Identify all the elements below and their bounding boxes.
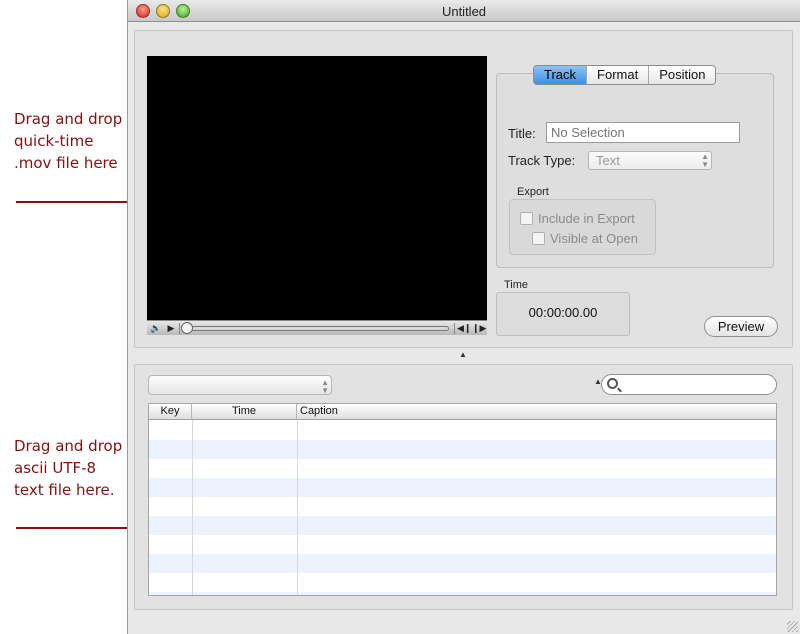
search-field[interactable]: [601, 374, 777, 395]
table-row[interactable]: [149, 535, 776, 554]
search-icon: [607, 378, 618, 389]
video-drop-area[interactable]: [147, 56, 487, 321]
movie-controller: 🔈 ▶ ◀❙ ❙▶: [147, 320, 487, 335]
title-field[interactable]: [546, 122, 740, 143]
table-row[interactable]: [149, 573, 776, 592]
column-header-time[interactable]: Time: [192, 404, 297, 420]
play-icon[interactable]: ▶: [165, 321, 177, 336]
inspector-tabs: Track Format Position: [533, 65, 717, 85]
column-header-key[interactable]: Key: [149, 404, 192, 420]
time-value: 00:00:00.00: [528, 305, 598, 320]
table-row[interactable]: [149, 497, 776, 516]
include-in-export-checkbox[interactable]: Include in Export: [520, 211, 635, 226]
scrub-knob[interactable]: [181, 322, 193, 334]
text-drop-hint: Drag and drop ascii UTF-8 text file here…: [14, 437, 123, 499]
step-forward-icon[interactable]: ❙▶: [472, 321, 486, 336]
scrub-bar[interactable]: [185, 326, 449, 331]
video-drop-hint: Drag and drop quick-time .mov file here: [14, 110, 123, 172]
table-row[interactable]: [149, 478, 776, 497]
track-popup[interactable]: ▲ ▼: [148, 375, 332, 395]
time-label: Time: [504, 279, 529, 291]
step-back-icon[interactable]: ◀❙: [457, 321, 471, 336]
checkbox-icon: [532, 232, 545, 245]
export-group-label: Export: [517, 186, 549, 198]
table-row[interactable]: [149, 440, 776, 459]
table-row[interactable]: [149, 554, 776, 573]
table-row[interactable]: [149, 421, 776, 440]
track-type-value: Text: [596, 153, 620, 168]
track-type-select[interactable]: Text ▲ ▼: [588, 151, 712, 170]
include-in-export-label: Include in Export: [538, 211, 635, 226]
table-row[interactable]: [149, 459, 776, 478]
column-header-caption[interactable]: Caption: [297, 404, 776, 420]
resize-grip-icon[interactable]: [787, 621, 798, 632]
checkbox-icon: [520, 212, 533, 225]
tab-format[interactable]: Format: [586, 66, 649, 84]
app-window: Untitled 🔈 ▶ ◀❙ ❙▶ Track Format Position…: [127, 0, 800, 634]
speaker-icon[interactable]: 🔈: [149, 321, 163, 336]
visible-at-open-checkbox[interactable]: Visible at Open: [532, 231, 638, 246]
table-header: Key Time Caption: [149, 404, 776, 420]
chevron-updown-icon: ▲ ▼: [701, 152, 709, 169]
tab-position[interactable]: Position: [648, 66, 716, 84]
preview-button[interactable]: Preview: [704, 316, 778, 337]
visible-at-open-label: Visible at Open: [550, 231, 638, 246]
split-view-handle[interactable]: ▲: [459, 350, 467, 359]
window-title: Untitled: [441, 4, 487, 19]
title-label: Title:: [508, 126, 536, 141]
tab-track[interactable]: Track: [534, 66, 587, 84]
title-bar[interactable]: Untitled: [128, 0, 800, 22]
export-group: [509, 199, 656, 255]
track-type-label: Track Type:: [508, 153, 576, 168]
table-row[interactable]: [149, 516, 776, 535]
table-row[interactable]: [149, 592, 776, 595]
captions-table[interactable]: Key Time Caption: [148, 403, 777, 596]
chevron-updown-icon: ▲ ▼: [321, 378, 329, 395]
